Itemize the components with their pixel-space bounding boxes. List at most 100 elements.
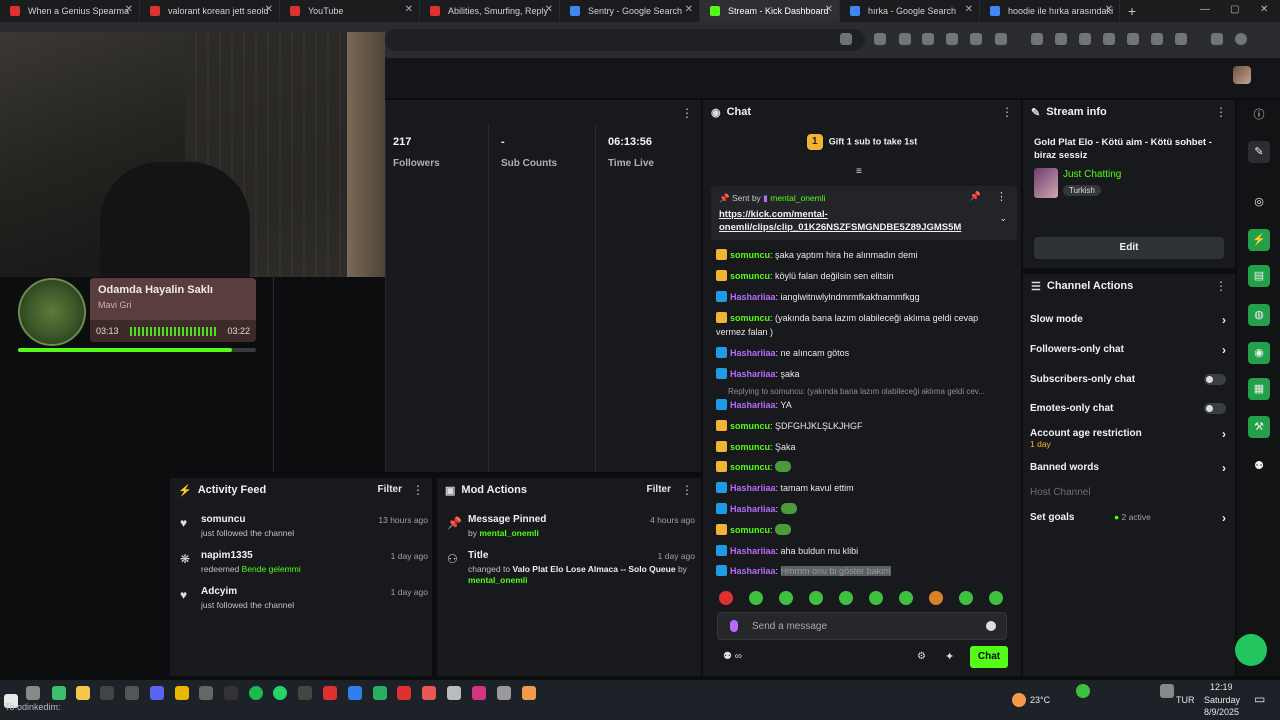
- app-icon[interactable]: [100, 686, 114, 700]
- mod-filter-button[interactable]: Filter: [647, 484, 671, 495]
- gear-icon[interactable]: ⚙: [917, 651, 926, 662]
- close-tab-icon[interactable]: ✕: [125, 4, 133, 15]
- more-options-icon[interactable]: ⋮: [1215, 279, 1227, 293]
- emote-icon[interactable]: [869, 591, 883, 605]
- vscode-icon[interactable]: [348, 686, 362, 700]
- more-options-icon[interactable]: ⋮: [681, 483, 693, 497]
- browser-tab[interactable]: Stream - Kick Dashboard ✕: [700, 0, 840, 22]
- chat-message[interactable]: somuncu: ŞDFGHJKLŞLKJHGF: [716, 419, 1006, 433]
- app-icon[interactable]: [422, 686, 436, 700]
- emote-icon[interactable]: [839, 591, 853, 605]
- extension-icon[interactable]: [970, 33, 982, 45]
- emote-icon[interactable]: [779, 591, 793, 605]
- chat-username[interactable]: somuncu: [730, 313, 770, 323]
- browser-tab[interactable]: Sentry - Google Search ✕: [560, 0, 700, 22]
- emote-icon[interactable]: [929, 591, 943, 605]
- bookmark-star-icon[interactable]: [840, 33, 852, 45]
- category-name[interactable]: Just Chatting: [1063, 169, 1121, 180]
- chat-message[interactable]: Hashariiaa: şaka: [716, 367, 1006, 381]
- browser-tab[interactable]: hoodie ile hırka arasındaki ✕: [980, 0, 1120, 22]
- whatsapp-icon[interactable]: [273, 686, 287, 700]
- camera-icon[interactable]: ◎: [1248, 191, 1270, 213]
- browser-tab[interactable]: Abilities, Smurfing, Reply ✕: [420, 0, 560, 22]
- chat-username[interactable]: somuncu: [730, 271, 770, 281]
- download-icon[interactable]: [1103, 33, 1115, 45]
- close-tab-icon[interactable]: ✕: [265, 4, 273, 15]
- more-options-icon[interactable]: ⋮: [681, 106, 693, 120]
- channel-action-item[interactable]: Slow mode ›: [1030, 313, 1230, 327]
- emote-icon[interactable]: [749, 591, 763, 605]
- extension-icon[interactable]: [922, 33, 934, 45]
- support-chat-button[interactable]: [1235, 634, 1267, 666]
- input-language[interactable]: TUR: [1176, 695, 1195, 705]
- channel-action-item[interactable]: Emotes-only chat: [1030, 403, 1230, 414]
- pin-icon[interactable]: 📌: [970, 191, 981, 202]
- lightning-icon[interactable]: ⚡: [1248, 229, 1270, 251]
- chevron-down-icon[interactable]: ⌄: [999, 213, 1007, 224]
- vlc-icon[interactable]: [522, 686, 536, 700]
- browser-tab[interactable]: hırka - Google Search ✕: [840, 0, 980, 22]
- chat-message[interactable]: somuncu: Şaka: [716, 440, 1006, 454]
- close-tab-icon[interactable]: ✕: [545, 4, 553, 15]
- channel-action-item[interactable]: Banned words ›: [1030, 461, 1230, 475]
- task-view-icon[interactable]: [26, 686, 40, 700]
- chat-message[interactable]: somuncu:: [716, 523, 1006, 537]
- infinity-icon[interactable]: ∞: [735, 651, 742, 662]
- gift-icon[interactable]: ✦: [945, 650, 954, 663]
- users-icon[interactable]: ⚉: [723, 651, 732, 662]
- chat-username[interactable]: Hashariiaa: [730, 348, 776, 358]
- chat-username[interactable]: Hashariiaa: [730, 369, 776, 379]
- emote-icon[interactable]: [989, 591, 1003, 605]
- maximize-icon[interactable]: ▢: [1230, 4, 1239, 15]
- chat-message[interactable]: somuncu: (yakında bana lazım olabileceği…: [716, 311, 1006, 339]
- emote-icon[interactable]: [899, 591, 913, 605]
- emote-icon[interactable]: [959, 591, 973, 605]
- password-key-icon[interactable]: [1031, 33, 1043, 45]
- close-tab-icon[interactable]: ✕: [405, 4, 413, 15]
- app-icon[interactable]: [447, 686, 461, 700]
- more-options-icon[interactable]: ⋮: [1001, 105, 1013, 119]
- extension-icon[interactable]: [899, 33, 911, 45]
- chrome-icon[interactable]: [175, 686, 189, 700]
- chat-username[interactable]: Hashariiaa: [730, 292, 776, 302]
- chat-message[interactable]: Hashariiaa: ianglwitnwlylndmrmfkakfnammf…: [716, 290, 1006, 304]
- chat-message[interactable]: somuncu:: [716, 460, 1006, 474]
- browser-tab[interactable]: When a Genius Spearma ✕: [0, 0, 140, 22]
- reading-list-icon[interactable]: [1055, 33, 1067, 45]
- new-tab-button[interactable]: +: [1120, 0, 1144, 22]
- tray-icon[interactable]: [1076, 684, 1090, 698]
- app-icon[interactable]: [125, 686, 139, 700]
- collapse-icon[interactable]: ≡: [856, 166, 862, 177]
- tray-icon[interactable]: [1160, 684, 1174, 698]
- users-icon[interactable]: ⚉: [1248, 455, 1270, 477]
- temperature[interactable]: 23°C: [1030, 695, 1050, 705]
- chat-username[interactable]: somuncu: [730, 442, 770, 452]
- chat-username[interactable]: somuncu: [730, 250, 770, 260]
- chat-message[interactable]: Hashariiaa: Hmmm onu bi göster bakim: [716, 564, 1006, 578]
- extension-icon[interactable]: [946, 33, 958, 45]
- weather-icon[interactable]: [1012, 693, 1026, 707]
- chat-message[interactable]: Hashariiaa:: [716, 502, 1006, 516]
- clock-time[interactable]: 12:19: [1210, 682, 1233, 692]
- browser-tab[interactable]: valorant korean jett seold ✕: [140, 0, 280, 22]
- pencil-icon[interactable]: ✎: [1248, 141, 1270, 163]
- app-icon[interactable]: [224, 686, 238, 700]
- wrench-icon[interactable]: ⚒: [1248, 416, 1270, 438]
- activity-filter-button[interactable]: Filter: [378, 484, 402, 495]
- layout-icon[interactable]: ▦: [1248, 378, 1270, 400]
- folder-icon[interactable]: [76, 686, 90, 700]
- emoji-icon[interactable]: [986, 621, 996, 631]
- send-chat-button[interactable]: Chat: [970, 646, 1008, 668]
- channel-action-item[interactable]: Subscribers-only chat: [1030, 374, 1230, 385]
- minimize-icon[interactable]: —: [1200, 4, 1210, 15]
- chat-username[interactable]: Hashariiaa: [730, 566, 776, 576]
- chat-message[interactable]: Hashariiaa: aha buldun mu klibi: [716, 544, 1006, 558]
- app-icon[interactable]: [199, 686, 213, 700]
- broadcast-icon[interactable]: ◉: [1248, 342, 1270, 364]
- close-tab-icon[interactable]: ✕: [965, 4, 973, 15]
- browser-tab[interactable]: YouTube ✕: [280, 0, 420, 22]
- profile-icon[interactable]: [1235, 33, 1247, 45]
- more-options-icon[interactable]: ⋮: [996, 190, 1007, 203]
- app-icon[interactable]: [397, 686, 411, 700]
- document-icon[interactable]: ▤: [1248, 265, 1270, 287]
